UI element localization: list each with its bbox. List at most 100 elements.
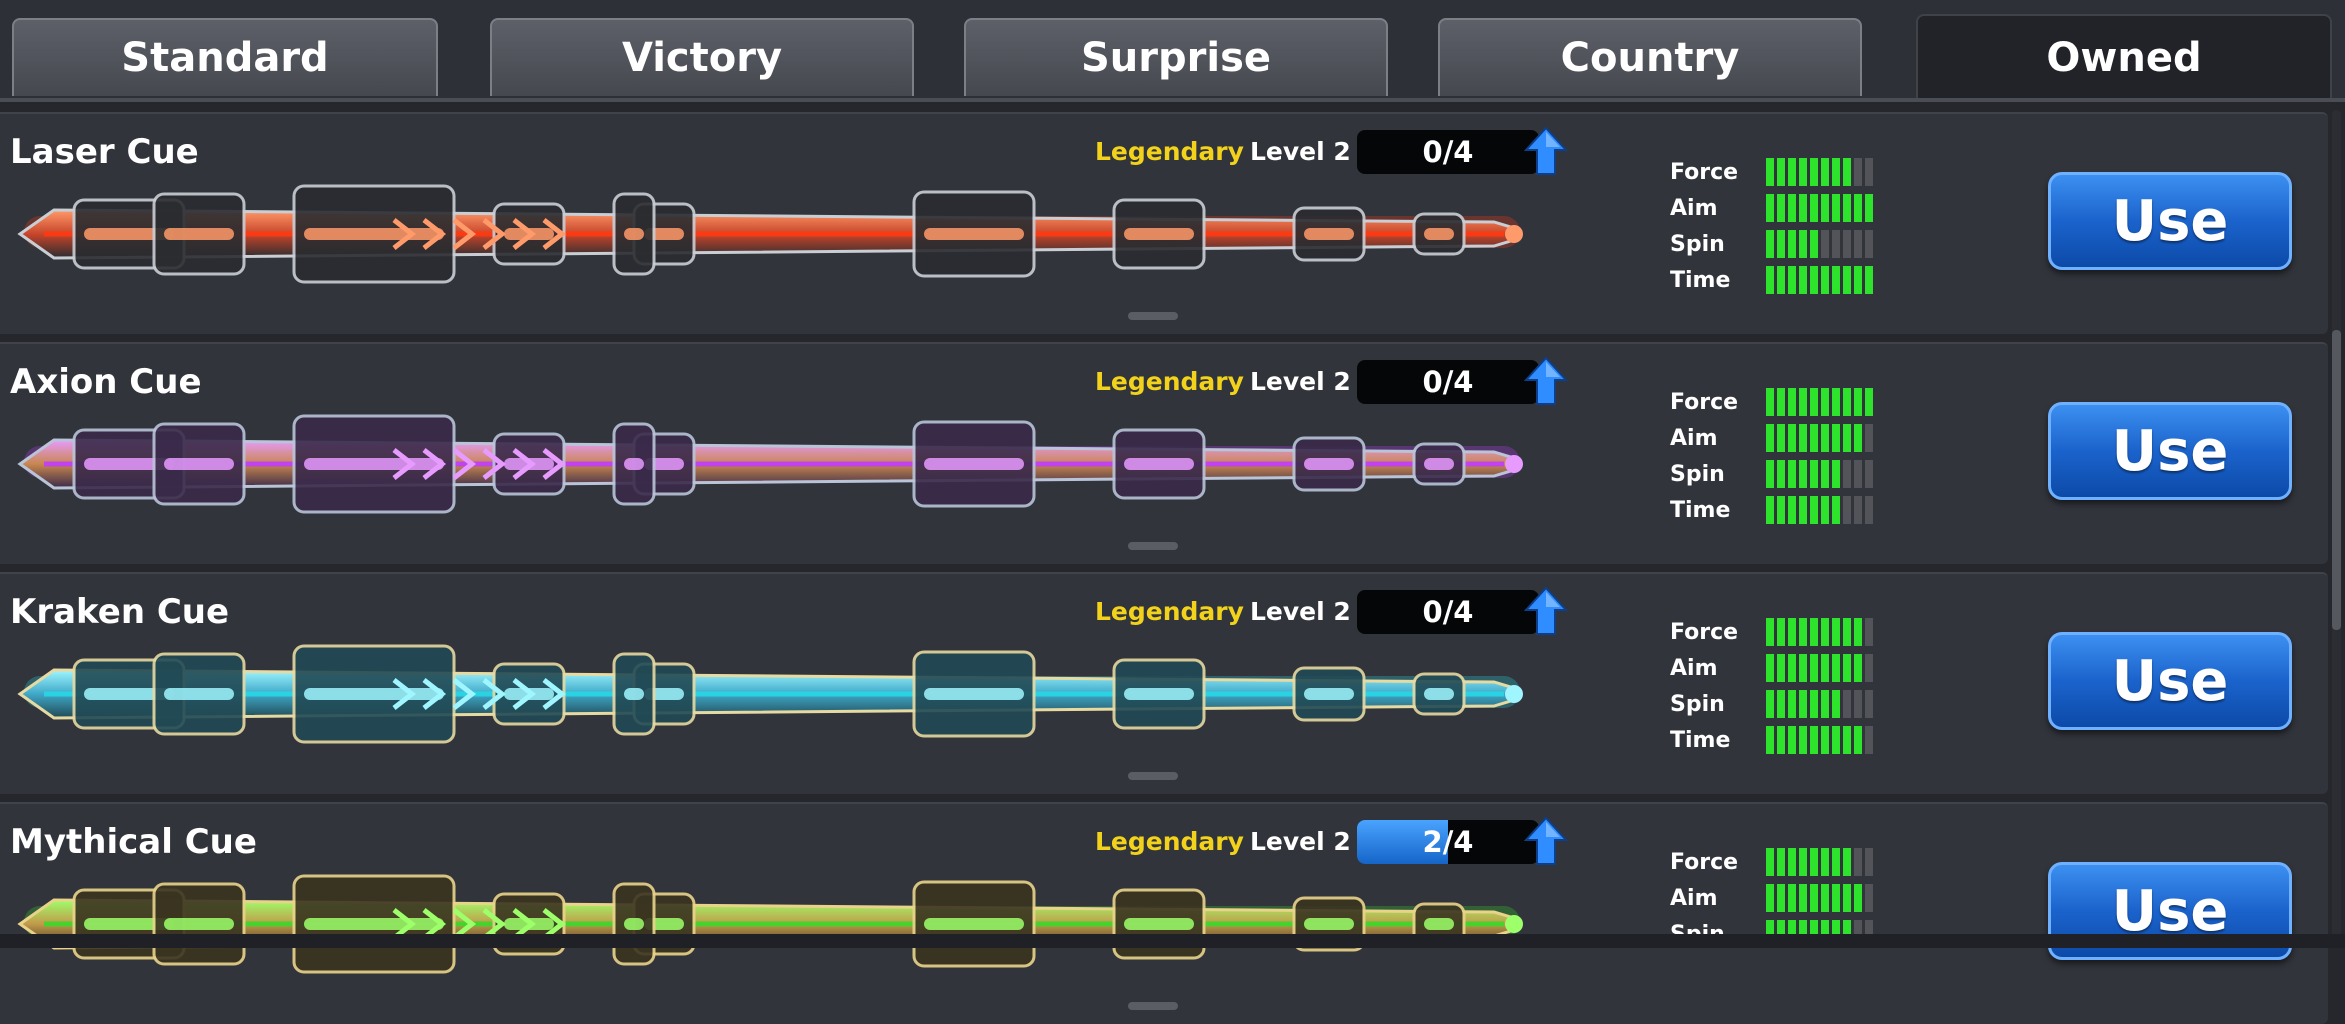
tab-country[interactable]: Country — [1438, 18, 1862, 96]
stat-segment — [1766, 194, 1774, 222]
stat-segment — [1788, 388, 1796, 416]
stat-segment — [1810, 158, 1818, 186]
stat-label: Force — [1670, 160, 1739, 185]
stat-segment — [1810, 654, 1818, 682]
tab-owned[interactable]: Owned — [1916, 14, 2332, 100]
bottom-edge — [0, 934, 2345, 948]
tab-surprise[interactable]: Surprise — [964, 18, 1388, 96]
stat-segment — [1777, 690, 1785, 718]
stat-segment — [1766, 424, 1774, 452]
stat-segment — [1821, 848, 1829, 876]
stat-segment — [1854, 884, 1862, 912]
stat-bar — [1766, 654, 1898, 682]
cue-image — [17, 414, 1523, 514]
stat-segment — [1843, 460, 1851, 488]
stat-segment — [1832, 654, 1840, 682]
stat-segment — [1777, 460, 1785, 488]
stat-segment — [1810, 230, 1818, 258]
stat-segment — [1843, 424, 1851, 452]
stat-segment — [1821, 158, 1829, 186]
stat-segment — [1777, 388, 1785, 416]
stat-row-spin: Spin — [1670, 690, 1910, 720]
stat-segment — [1810, 690, 1818, 718]
stat-segment — [1854, 194, 1862, 222]
stat-segment — [1766, 496, 1774, 524]
stat-segment — [1799, 496, 1807, 524]
stat-segment — [1788, 726, 1796, 754]
stat-segment — [1777, 194, 1785, 222]
stat-segment — [1766, 460, 1774, 488]
stat-segment — [1865, 618, 1873, 646]
stat-bar — [1766, 460, 1898, 488]
stat-segment — [1865, 654, 1873, 682]
stat-bar — [1766, 388, 1898, 416]
use-button[interactable]: Use — [2048, 172, 2292, 270]
stat-segment — [1821, 618, 1829, 646]
expand-handle[interactable] — [1128, 1002, 1178, 1010]
stat-segment — [1777, 654, 1785, 682]
stat-segment — [1843, 266, 1851, 294]
stat-segment — [1832, 266, 1840, 294]
stat-segment — [1854, 654, 1862, 682]
stat-row-aim: Aim — [1670, 884, 1910, 914]
stat-segment — [1788, 230, 1796, 258]
stat-segment — [1843, 230, 1851, 258]
tab-label: Country — [1560, 35, 1740, 81]
stat-segment — [1766, 726, 1774, 754]
stat-label: Force — [1670, 390, 1739, 415]
stat-label: Aim — [1670, 656, 1718, 681]
stat-segment — [1766, 158, 1774, 186]
cue-image — [17, 184, 1523, 284]
tab-label: Standard — [121, 35, 329, 81]
stat-segment — [1799, 230, 1807, 258]
stat-segment — [1843, 726, 1851, 754]
stat-segment — [1777, 726, 1785, 754]
stat-row-force: Force — [1670, 618, 1910, 648]
level-label: Level 2 — [1250, 367, 1351, 396]
stat-segment — [1854, 424, 1862, 452]
stat-segment — [1832, 848, 1840, 876]
stat-segment — [1843, 194, 1851, 222]
stat-row-time: Time — [1670, 266, 1910, 296]
scrollbar[interactable] — [2332, 110, 2341, 948]
stat-segment — [1777, 848, 1785, 876]
expand-handle[interactable] — [1128, 312, 1178, 320]
stat-segment — [1821, 460, 1829, 488]
tab-standard[interactable]: Standard — [12, 18, 438, 96]
stat-segment — [1865, 194, 1873, 222]
stat-row-aim: Aim — [1670, 654, 1910, 684]
stat-segment — [1865, 690, 1873, 718]
stat-row-force: Force — [1670, 388, 1910, 418]
stat-segment — [1766, 266, 1774, 294]
stat-segment — [1821, 654, 1829, 682]
stat-segment — [1865, 496, 1873, 524]
use-button[interactable]: Use — [2048, 632, 2292, 730]
expand-handle[interactable] — [1128, 772, 1178, 780]
stat-segment — [1865, 266, 1873, 294]
stat-segment — [1854, 230, 1862, 258]
stat-segment — [1832, 884, 1840, 912]
stat-segment — [1843, 848, 1851, 876]
stat-segment — [1865, 848, 1873, 876]
stat-segment — [1799, 388, 1807, 416]
stat-label: Spin — [1670, 232, 1725, 257]
stat-bar — [1766, 424, 1898, 452]
stat-bar — [1766, 618, 1898, 646]
stat-segment — [1777, 496, 1785, 524]
stat-row-time: Time — [1670, 496, 1910, 526]
scrollbar-thumb[interactable] — [2332, 330, 2341, 630]
stat-segment — [1843, 690, 1851, 718]
stat-segment — [1788, 424, 1796, 452]
tab-victory[interactable]: Victory — [490, 18, 914, 96]
cue-row: Kraken Cue Legendary Level 2 0/4 Force Aim Spi… — [0, 572, 2328, 794]
expand-handle[interactable] — [1128, 542, 1178, 550]
stat-segment — [1821, 424, 1829, 452]
stat-segment — [1777, 230, 1785, 258]
stat-segment — [1865, 230, 1873, 258]
stat-label: Spin — [1670, 462, 1725, 487]
stat-segment — [1810, 194, 1818, 222]
use-button[interactable]: Use — [2048, 402, 2292, 500]
stat-bar — [1766, 158, 1898, 186]
stat-segment — [1843, 158, 1851, 186]
tab-bar: Standard Victory Surprise Country Owned — [0, 0, 2345, 102]
